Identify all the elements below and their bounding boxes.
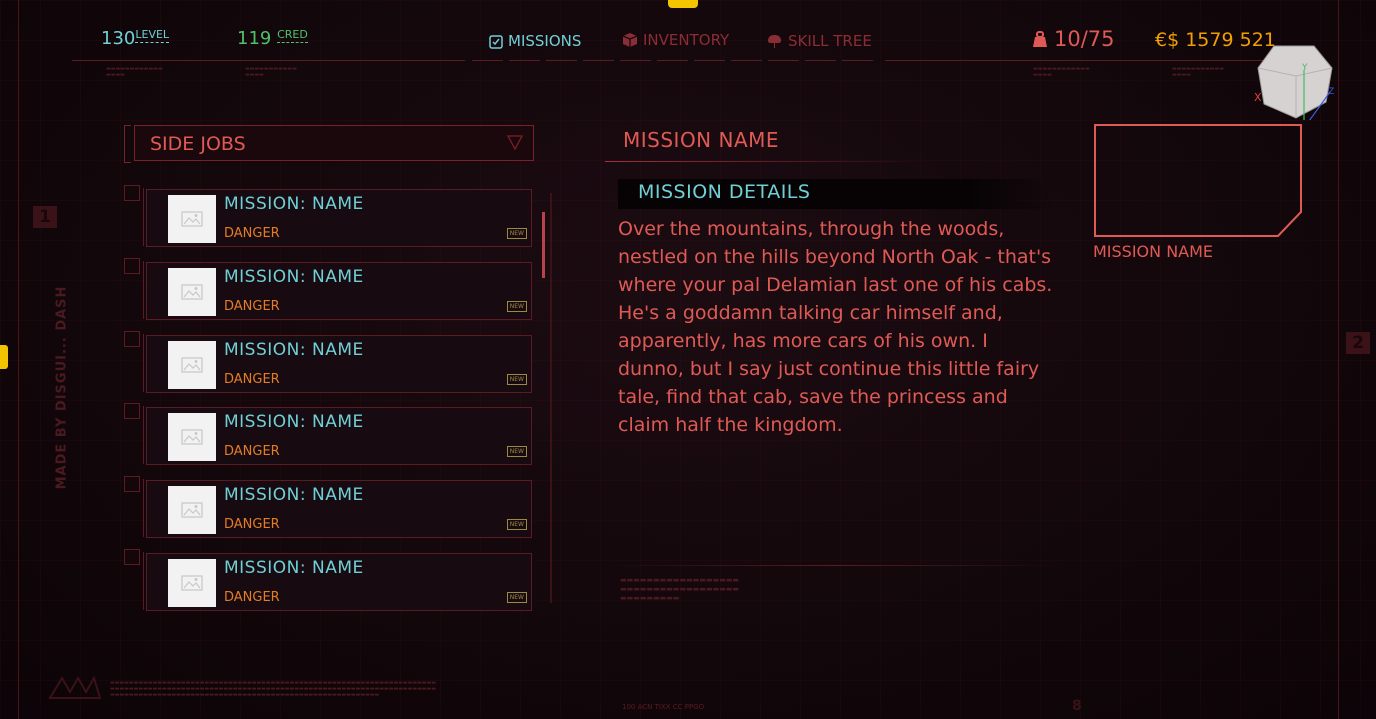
mission-checkbox[interactable]: [124, 185, 140, 201]
mission-description: Over the mountains, through the woods, n…: [618, 218, 1053, 436]
fine-print: ▬▬▬▬▬▬▬▬▬▬▬ ▬▬▬▬: [1172, 66, 1224, 78]
right-side-number: 2: [1346, 332, 1370, 354]
title-underline: [605, 161, 925, 162]
image-placeholder-icon: [168, 559, 216, 607]
details-section-label: MISSION DETAILS: [638, 181, 811, 203]
tab-inventory[interactable]: INVENTORY: [622, 31, 729, 49]
cube-icon: [622, 33, 638, 47]
dropdown-label: SIDE JOBS: [150, 133, 246, 155]
fine-print: ▬▬▬▬▬▬▬▬▬▬▬ ▬▬▬▬: [245, 66, 297, 78]
tab-inventory-label: INVENTORY: [643, 31, 730, 49]
mission-checkbox[interactable]: [124, 258, 140, 274]
new-badge: NEW: [506, 228, 527, 239]
3d-cube-gizmo[interactable]: Y Z: [1256, 42, 1334, 120]
mission-danger: DANGER: [224, 226, 280, 241]
new-badge: NEW: [506, 519, 527, 530]
vertical-credit-text: MADE BY DISGUI... DASH: [54, 285, 70, 490]
mission-preview-frame: [1094, 124, 1302, 237]
mission-danger: DANGER: [224, 444, 280, 459]
brain-icon: [768, 34, 781, 48]
clipboard-check-icon: [489, 34, 503, 49]
mission-name: MISSION: NAME: [224, 485, 364, 505]
mission-danger: DANGER: [224, 372, 280, 387]
mission-danger: DANGER: [224, 517, 280, 532]
top-indicator: [668, 0, 698, 8]
studio-logo: [48, 675, 102, 699]
mission-name: MISSION: NAME: [224, 412, 364, 432]
image-placeholder-icon: [168, 268, 216, 316]
cred-value: 119: [237, 28, 272, 49]
tab-missions-label: MISSIONS: [508, 32, 582, 50]
mission-danger: DANGER: [224, 299, 280, 314]
tab-underline-ticks: [472, 60, 873, 62]
mission-category-dropdown[interactable]: SIDE JOBS: [134, 125, 534, 161]
mission-checkbox[interactable]: [124, 476, 140, 492]
mission-name: MISSION: NAME: [224, 267, 364, 287]
header-line-right: [885, 60, 1265, 61]
new-badge: NEW: [506, 446, 527, 457]
carry-weight: 10/75: [1032, 27, 1115, 51]
mission-name: MISSION: NAME: [224, 558, 364, 578]
new-badge: NEW: [506, 374, 527, 385]
left-frame-line: [18, 0, 19, 719]
new-badge: NEW: [506, 592, 527, 603]
mission-list-item[interactable]: MISSION: NAME DANGER NEW: [143, 406, 532, 465]
mission-name: MISSION: NAME: [224, 340, 364, 360]
header-line-left: [72, 60, 465, 61]
preview-label: MISSION NAME: [1093, 242, 1214, 261]
mission-list-item[interactable]: MISSION: NAME DANGER NEW: [143, 334, 532, 393]
cred-stat: 119 CRED: [237, 28, 308, 49]
level-label: LEVEL: [135, 28, 170, 43]
corner-number: 8: [1072, 698, 1082, 714]
mission-name: MISSION: NAME: [224, 194, 364, 214]
image-placeholder-icon: [168, 341, 216, 389]
image-placeholder-icon: [168, 195, 216, 243]
tab-skill-tree-label: SKILL TREE: [788, 32, 872, 50]
mission-checkbox[interactable]: [124, 331, 140, 347]
footer-code: 100 ACN TIXX CC PPGO: [622, 703, 705, 711]
image-placeholder-icon: [168, 486, 216, 534]
mission-list-item[interactable]: MISSION: NAME DANGER NEW: [143, 479, 532, 538]
details-divider: [605, 565, 1060, 566]
scrollbar-thumb[interactable]: [542, 212, 545, 278]
mission-checkbox[interactable]: [124, 549, 140, 565]
image-placeholder-icon: [168, 413, 216, 461]
tab-missions[interactable]: MISSIONS: [489, 32, 581, 50]
mission-list-item[interactable]: MISSION: NAME DANGER NEW: [143, 188, 532, 247]
mission-list-item[interactable]: MISSION: NAME DANGER NEW: [143, 261, 532, 320]
svg-text:Y: Y: [1301, 63, 1308, 73]
new-badge: NEW: [506, 301, 527, 312]
fine-print: ▬▬▬▬▬▬▬▬▬▬▬▬ ▬▬▬▬: [106, 66, 163, 78]
mission-title: MISSION NAME: [623, 128, 780, 152]
triangle-down-icon: [507, 135, 523, 150]
fine-print: ▬▬▬▬▬▬▬▬▬▬▬▬▬▬▬▬▬▬▬▬▬▬▬▬▬▬▬▬▬▬▬▬▬▬▬▬▬▬▬▬…: [620, 576, 740, 602]
level-stat: 130LEVEL: [101, 28, 170, 49]
level-value: 130: [101, 28, 136, 49]
x-axis-icon: X: [1254, 91, 1262, 104]
mission-list-item[interactable]: MISSION: NAME DANGER NEW: [143, 552, 532, 611]
tab-skill-tree[interactable]: SKILL TREE: [766, 32, 872, 50]
fine-print: ▬▬▬▬▬▬▬▬▬▬▬▬ ▬▬▬▬: [1033, 66, 1090, 78]
mission-checkbox[interactable]: [124, 403, 140, 419]
weight-value: 10/75: [1054, 27, 1115, 51]
scrollbar-track[interactable]: [550, 193, 552, 603]
cred-label: CRED: [277, 28, 308, 43]
dropdown-notch: [124, 125, 131, 163]
mission-danger: DANGER: [224, 590, 280, 605]
svg-text:Z: Z: [1328, 87, 1334, 97]
right-frame-line: [1338, 0, 1339, 719]
fine-print: ▬▬▬▬▬▬▬▬▬▬▬▬▬▬▬▬▬▬▬▬▬▬▬▬▬▬▬▬▬▬▬▬▬▬▬▬▬▬▬▬…: [110, 680, 436, 698]
left-indicator: [0, 345, 8, 369]
weight-icon: [1033, 30, 1047, 47]
left-side-number: 1: [33, 206, 57, 228]
